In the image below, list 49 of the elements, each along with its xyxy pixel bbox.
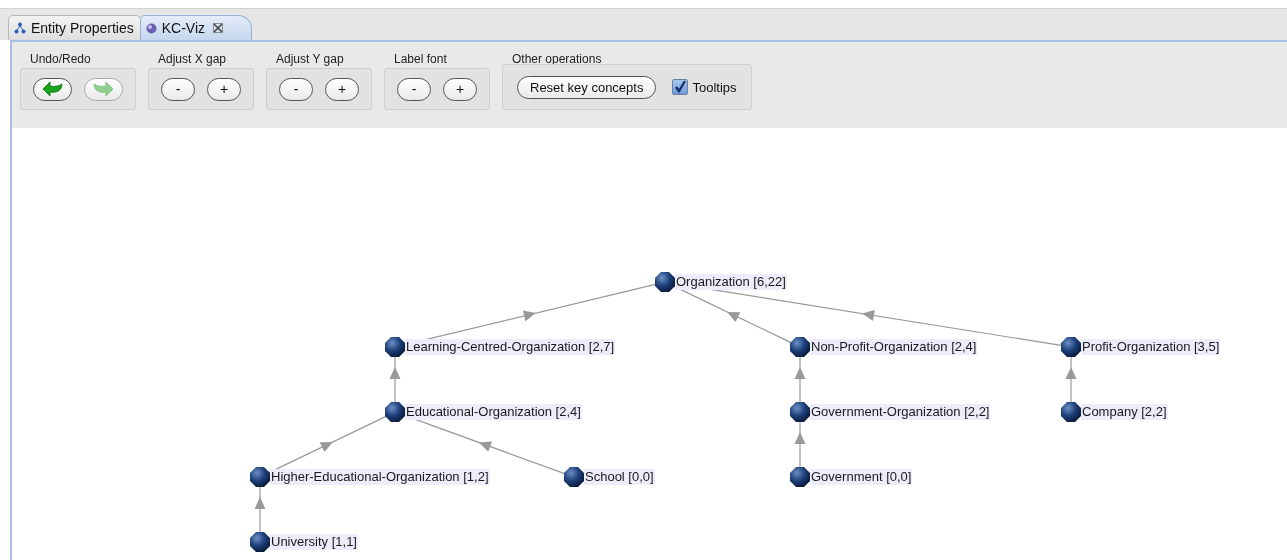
node-label[interactable]: Profit-Organization [3,5]: [1081, 339, 1221, 355]
check-icon: [673, 80, 688, 94]
node-icon[interactable]: [790, 467, 810, 487]
node-label[interactable]: Educational-Organization [2,4]: [405, 404, 582, 420]
node-label[interactable]: Higher-Educational-Organization [1,2]: [270, 469, 490, 485]
node-icon[interactable]: [385, 337, 405, 357]
node-icon[interactable]: [250, 467, 270, 487]
group-label: Adjust X gap: [157, 52, 228, 68]
node-label[interactable]: Learning-Centred-Organization [2,7]: [405, 339, 616, 355]
close-icon[interactable]: [213, 23, 224, 33]
node-label[interactable]: University [1,1]: [270, 534, 358, 550]
group-label: Other operations: [511, 52, 603, 68]
node-label[interactable]: Government [0,0]: [810, 469, 913, 485]
group-label: Label font: [393, 52, 448, 68]
node-icon[interactable]: [385, 402, 405, 422]
node-label[interactable]: Government-Organization [2,2]: [810, 404, 991, 420]
sphere-icon: [145, 22, 157, 34]
group-label: Adjust Y gap: [275, 52, 345, 68]
edge-arrow: [794, 421, 806, 468]
node-icon[interactable]: [655, 272, 675, 292]
node-icon[interactable]: [564, 467, 584, 487]
hierarchy-icon: [14, 22, 26, 34]
node-icon[interactable]: [1061, 402, 1081, 422]
undo-button[interactable]: [33, 77, 72, 101]
tab[interactable]: Entity Properties: [8, 15, 141, 40]
node-label[interactable]: Organization [6,22]: [675, 274, 787, 290]
step-button[interactable]: +: [443, 77, 477, 101]
step-button[interactable]: +: [207, 77, 241, 101]
node-label[interactable]: Company [2,2]: [1081, 404, 1168, 420]
edge-arrow: [254, 486, 266, 533]
node-icon[interactable]: [1061, 337, 1081, 357]
node-icon[interactable]: [250, 532, 270, 552]
node-icon[interactable]: [790, 402, 810, 422]
reset-button[interactable]: Reset key concepts: [517, 75, 657, 99]
node-icon[interactable]: [790, 337, 810, 357]
edge-arrow: [389, 356, 401, 403]
step-button[interactable]: -: [279, 77, 313, 101]
step-button[interactable]: -: [397, 77, 431, 101]
node-label[interactable]: School [0,0]: [584, 469, 655, 485]
edge-arrow: [1065, 356, 1077, 403]
arrow-left-icon: [42, 81, 63, 97]
node-label[interactable]: Non-Profit-Organization [2,4]: [810, 339, 978, 355]
edge-arrow: [794, 356, 806, 403]
tooltips-checkbox[interactable]: Tooltips: [672, 79, 737, 95]
step-button[interactable]: -: [161, 77, 195, 101]
arrow-right-icon: [93, 81, 114, 97]
group-label: Undo/Redo: [29, 52, 92, 68]
tab[interactable]: KC-Viz: [139, 15, 253, 40]
step-button[interactable]: +: [325, 77, 359, 101]
